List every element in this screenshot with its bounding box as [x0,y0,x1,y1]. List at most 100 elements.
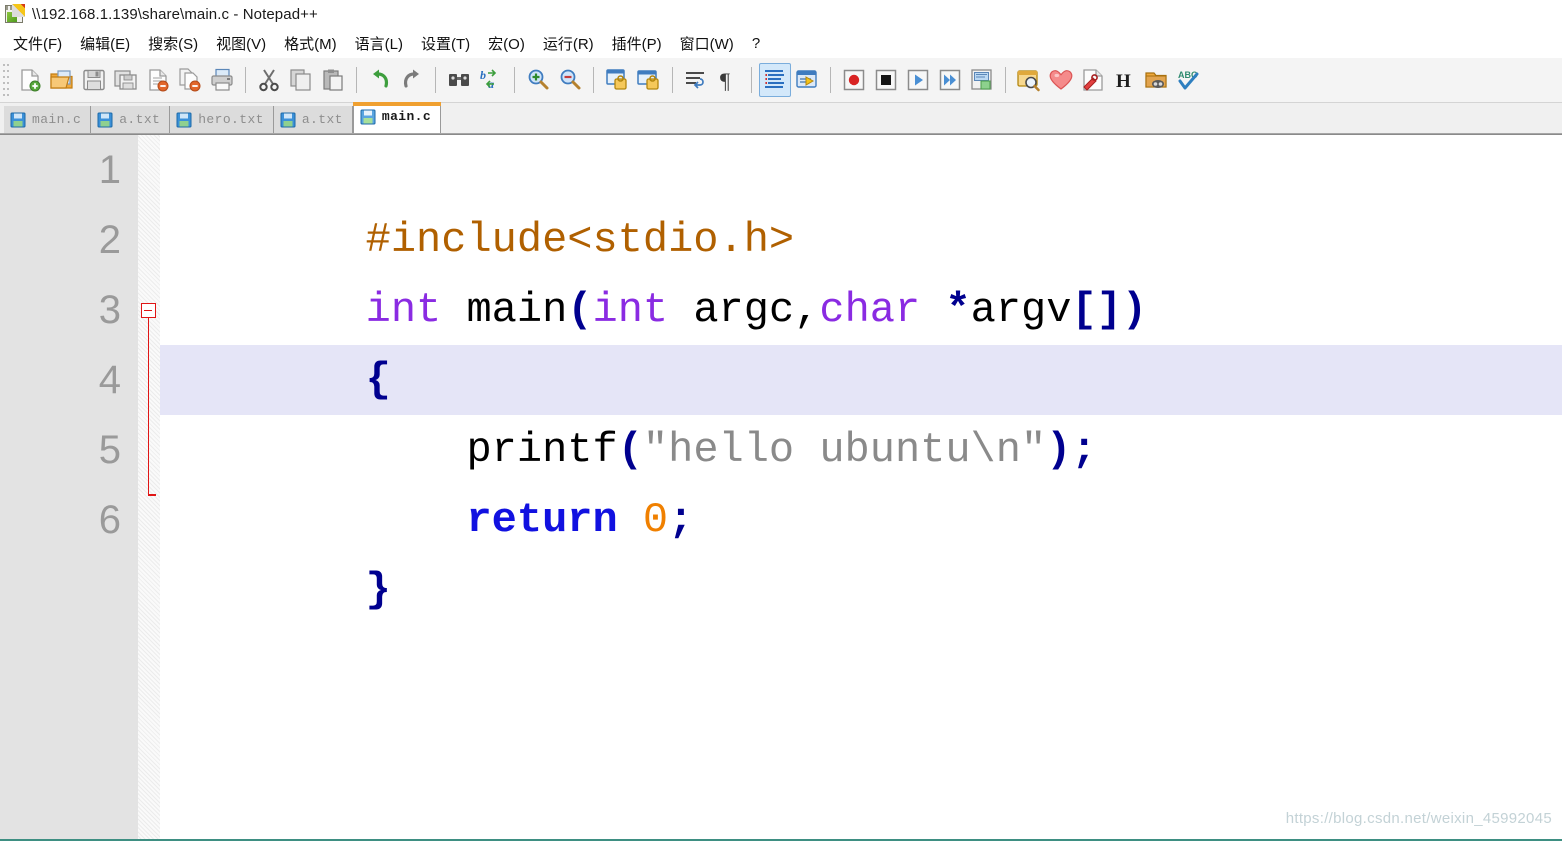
replace-icon[interactable]: b a [475,63,507,97]
preferences-icon[interactable] [1077,63,1109,97]
code-token: int [592,286,669,334]
paste-icon[interactable] [317,63,349,97]
svg-text:H: H [1116,71,1131,92]
close-file-icon[interactable] [142,63,174,97]
copy-icon[interactable] [285,63,317,97]
save-macro-icon[interactable] [966,63,998,97]
tab-main-c-1[interactable]: main.c [4,106,92,133]
code-text-area[interactable]: #include<stdio.h> int main(int argc,char… [160,135,1562,841]
line-number: 2 [98,218,121,262]
notepadpp-icon [4,3,25,25]
fold-marker-collapse-icon[interactable] [141,303,156,318]
code-token: { [365,356,391,404]
menu-view[interactable]: 视图(V) [207,30,275,57]
menu-settings[interactable]: 设置(T) [412,30,479,57]
toolbar-separator [356,67,357,93]
print-icon[interactable] [206,63,238,97]
code-token: } [365,566,391,614]
code-token: ( [567,286,593,334]
tab-a-txt-1[interactable]: a.txt [91,106,171,133]
menu-language[interactable]: 语言(L) [346,30,412,57]
title-bar: \\192.168.1.139\share\main.c - Notepad++ [0,0,1562,28]
html-tag-icon[interactable]: H [1109,63,1141,97]
code-token: #include<stdio.h> [365,216,795,264]
show-all-characters-icon[interactable]: ¶ [712,63,744,97]
toolbar-separator [435,67,436,93]
toolbar-separator [245,67,246,93]
line-number: 3 [98,288,121,332]
menu-edit[interactable]: 编辑(E) [71,30,139,57]
code-token: ; [668,496,694,544]
toolbar-separator [1005,67,1006,93]
tab-label: a.txt [119,112,161,127]
sync-vertical-icon[interactable] [601,63,633,97]
run-dialog-icon[interactable] [1013,63,1045,97]
folder-as-workspace-icon[interactable] [1141,63,1173,97]
code-token: []) [1071,286,1148,334]
line-number-margin: 1 2 3 4 5 6 [0,135,138,841]
fold-range-end-tick [147,494,156,496]
editor-area[interactable]: 1 2 3 4 5 6 #include<stdio.h> int main(i… [0,134,1562,841]
spell-check-icon[interactable]: ABC [1173,63,1205,97]
toolbar-separator [751,67,752,93]
code-token: main [441,286,568,334]
user-defined-dialog-icon[interactable] [791,63,823,97]
menu-window[interactable]: 窗口(W) [671,30,743,57]
tab-hero-txt[interactable]: hero.txt [170,106,274,133]
tab-label: a.txt [301,112,343,127]
toolbar-drag-grip[interactable] [2,63,10,97]
zoom-out-icon[interactable] [554,63,586,97]
tab-main-c-2[interactable]: main.c [352,102,442,133]
record-macro-icon[interactable] [838,63,870,97]
saved-floppy-icon [10,112,26,128]
save-all-icon[interactable] [110,63,142,97]
find-icon[interactable] [443,63,475,97]
menu-bar: 文件(F) 编辑(E) 搜索(S) 视图(V) 格式(M) 语言(L) 设置(T… [0,28,1562,58]
code-token: int [365,286,442,334]
line-number: 5 [98,428,121,472]
run-macro-multiple-icon[interactable] [934,63,966,97]
zoom-in-icon[interactable] [522,63,554,97]
menu-search[interactable]: 搜索(S) [139,30,207,57]
open-file-icon[interactable] [46,63,78,97]
code-token: ( [617,426,643,474]
play-macro-icon[interactable] [902,63,934,97]
toolbar: b a ¶ H ABC [0,58,1562,103]
toolbar-separator [593,67,594,93]
stop-recording-icon[interactable] [870,63,902,97]
notepadpp-window: \\192.168.1.139\share\main.c - Notepad++… [0,0,1562,841]
save-icon[interactable] [78,63,110,97]
fold-range-line [147,318,150,495]
toolbar-separator [830,67,831,93]
tab-label: main.c [381,109,432,124]
code-token: printf [365,426,618,474]
menu-format[interactable]: 格式(M) [275,30,346,57]
donate-heart-icon[interactable] [1045,63,1077,97]
code-token: char [819,286,921,334]
code-token: argv [970,286,1072,334]
menu-help[interactable]: ? [743,32,769,55]
menu-macro[interactable]: 宏(O) [479,30,534,57]
word-wrap-icon[interactable] [680,63,712,97]
undo-icon[interactable] [364,63,396,97]
menu-plugins[interactable]: 插件(P) [603,30,671,57]
tab-a-txt-2[interactable]: a.txt [273,106,353,133]
menu-run[interactable]: 运行(R) [534,30,603,57]
code-token-keyword: return [466,496,618,544]
window-title: \\192.168.1.139\share\main.c - Notepad++ [32,5,318,23]
sync-horizontal-icon[interactable] [633,63,665,97]
cut-icon[interactable] [253,63,285,97]
fold-margin[interactable] [138,135,160,841]
code-token-number: 0 [642,496,669,544]
indent-guide-icon[interactable] [759,63,791,97]
tab-label: hero.txt [198,112,264,127]
close-all-icon[interactable] [174,63,206,97]
line-number: 4 [98,358,121,402]
new-file-icon[interactable] [14,63,46,97]
saved-floppy-icon [360,109,376,125]
menu-file[interactable]: 文件(F) [4,30,71,57]
redo-icon[interactable] [396,63,428,97]
toolbar-separator [514,67,515,93]
